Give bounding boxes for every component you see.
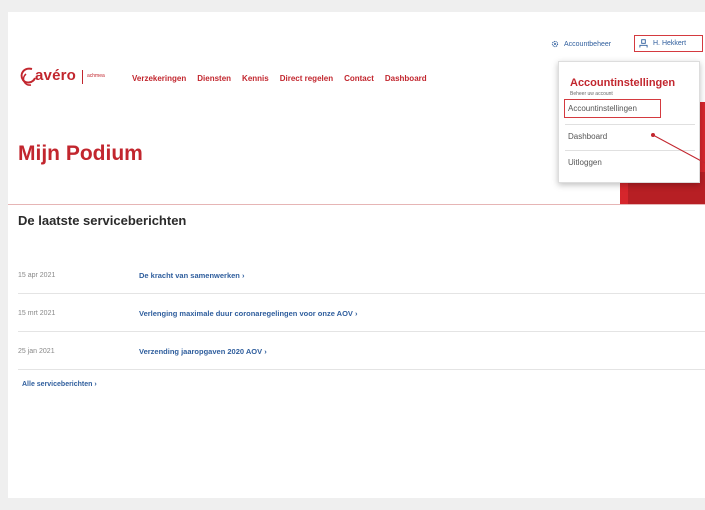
chevron-right-icon: › [264,347,267,356]
nav-item-contact[interactable]: Contact [344,74,374,83]
row-divider [18,293,705,294]
dropdown-divider [565,124,695,125]
service-date: 15 mrt 2021 [18,310,56,317]
logo-separator [82,70,83,84]
page: avéro achmea Verzekeringen Diensten Kenn… [8,12,705,498]
nav-item-dashboard[interactable]: Dashboard [385,74,427,83]
dropdown-title: Accountinstellingen [570,77,676,89]
all-service-link[interactable]: Alle serviceberichten › [22,381,97,388]
service-link[interactable]: De kracht van samenwerken › [139,271,244,280]
row-divider [18,331,705,332]
nav-item-direct-regelen[interactable]: Direct regelen [280,74,333,83]
main-nav: Verzekeringen Diensten Kennis Direct reg… [132,74,427,83]
nav-item-verzekeringen[interactable]: Verzekeringen [132,74,186,83]
service-title: De kracht van samenwerken [139,271,240,280]
chevron-right-icon: › [241,271,245,280]
gear-icon [551,40,559,48]
service-row: 15 apr 2021 De kracht van samenwerken › [18,271,705,310]
user-name: H. Hekkert [653,40,687,47]
row-divider [18,369,705,370]
service-title: Verlenging maximale duur coronaregelinge… [139,309,353,318]
user-menu-button[interactable]: H. Hekkert [634,35,703,52]
chevron-right-icon: › [355,309,358,318]
dropdown-subtitle: Beheer uw account [570,91,613,97]
service-row: 15 mrt 2021 Verlenging maximale duur cor… [18,309,705,348]
service-link[interactable]: Verzending jaaropgaven 2020 AOV › [139,347,267,356]
page-title: Mijn Podium [18,142,143,165]
service-date: 25 jan 2021 [18,348,55,355]
service-heading: De laatste serviceberichten [18,213,187,228]
brand-sub: achmea [87,73,105,79]
header-divider [8,204,705,205]
nav-item-diensten[interactable]: Diensten [197,74,231,83]
brand-name: avéro [35,67,77,84]
account-management-link[interactable]: Accountbeheer [551,40,611,48]
dropdown-item-uitloggen[interactable]: Uitloggen [568,158,602,167]
service-date: 15 apr 2021 [18,272,56,279]
dropdown-item-dashboard[interactable]: Dashboard [568,132,607,141]
account-management-label: Accountbeheer [564,40,612,48]
service-row: 25 jan 2021 Verzending jaaropgaven 2020 … [18,347,705,386]
chevron-right-icon: › [94,381,97,388]
dropdown-divider [565,150,695,151]
account-dropdown: Accountinstellingen Beheer uw account Ac… [558,61,700,183]
nav-item-kennis[interactable]: Kennis [242,74,269,83]
brand-logo[interactable]: avéro achmea [18,66,124,88]
service-title: Verzending jaaropgaven 2020 AOV [139,347,263,356]
user-icon [639,39,648,48]
dropdown-item-accountinstellingen[interactable]: Accountinstellingen [568,104,637,113]
service-link[interactable]: Verlenging maximale duur coronaregelinge… [139,309,358,318]
all-service-label: Alle serviceberichten [22,381,93,388]
